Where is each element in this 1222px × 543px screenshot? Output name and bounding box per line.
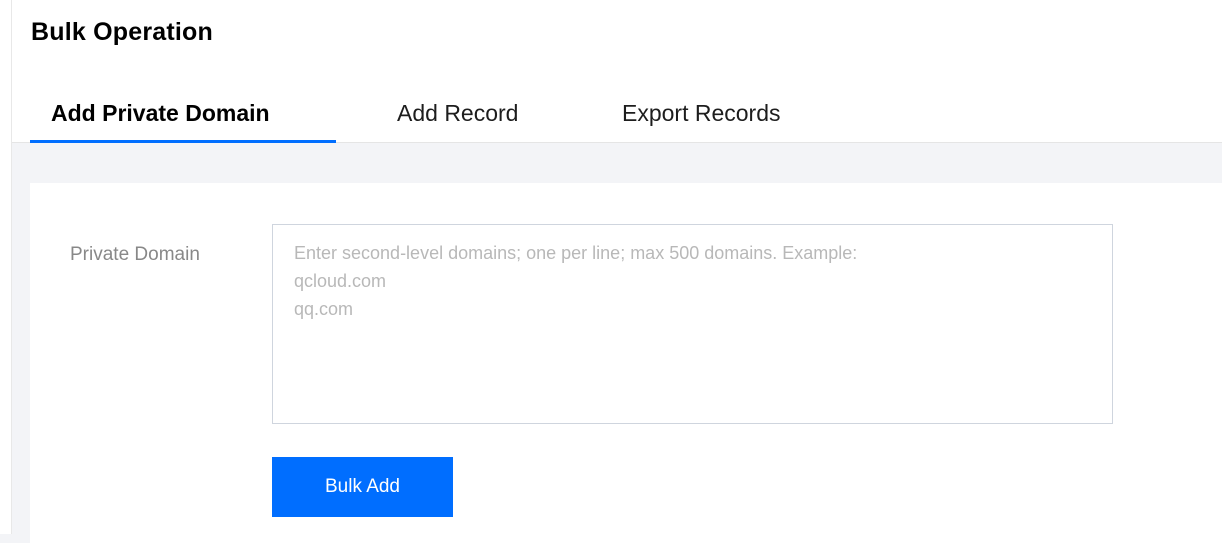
tab-add-record-label: Add Record bbox=[397, 100, 519, 126]
page-title: Bulk Operation bbox=[31, 18, 213, 46]
tab-export-records-label: Export Records bbox=[622, 100, 781, 126]
active-tab-indicator bbox=[30, 140, 336, 143]
bulk-add-form-card: Private Domain Bulk Add bbox=[30, 183, 1222, 543]
tab-add-private-domain[interactable]: Add Private Domain bbox=[30, 96, 336, 143]
tab-export-records[interactable]: Export Records bbox=[606, 96, 826, 143]
left-panel-edge bbox=[0, 0, 12, 534]
tab-add-private-domain-label: Add Private Domain bbox=[51, 100, 270, 126]
bulk-add-button[interactable]: Bulk Add bbox=[272, 457, 453, 517]
private-domain-input[interactable] bbox=[272, 224, 1113, 424]
page-header: Bulk Operation Add Private Domain Add Re… bbox=[0, 0, 1222, 143]
tab-add-record[interactable]: Add Record bbox=[380, 96, 560, 143]
private-domain-label: Private Domain bbox=[70, 244, 200, 265]
